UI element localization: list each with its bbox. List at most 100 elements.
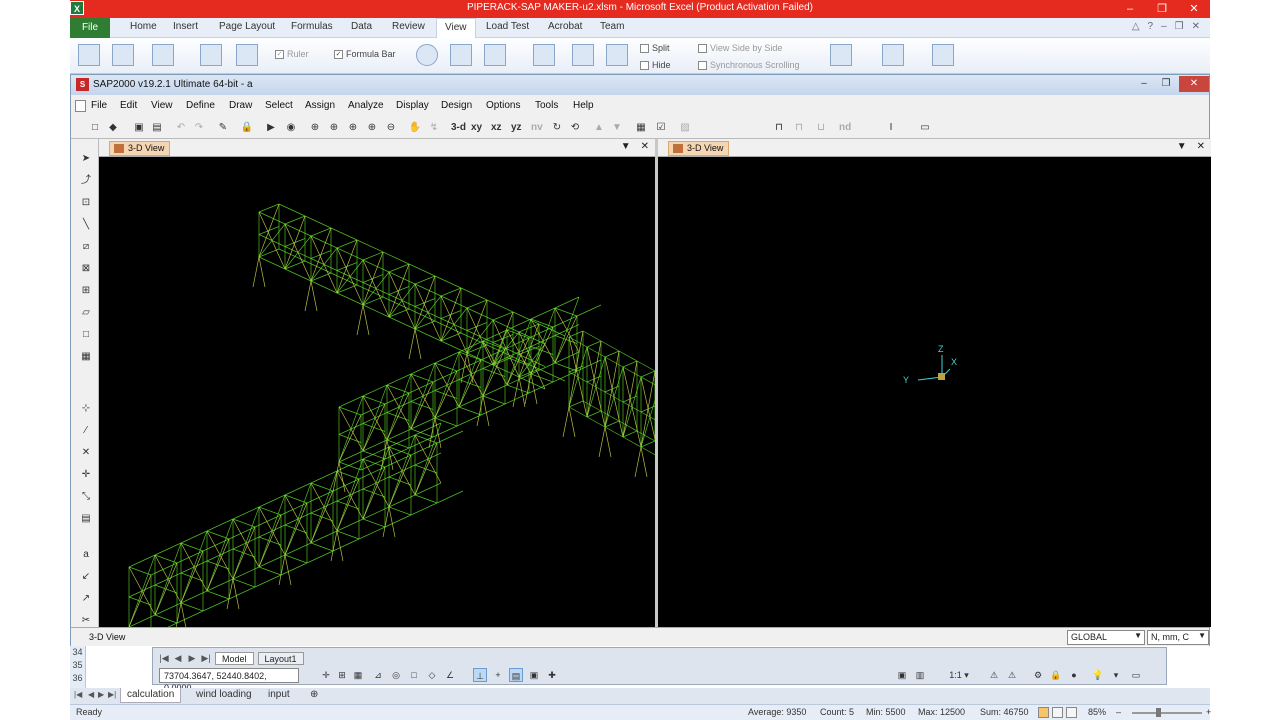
zoom-level[interactable]: 85% bbox=[1088, 707, 1106, 717]
menu-analyze[interactable]: Analyze bbox=[348, 100, 384, 111]
ortho-mode-icon[interactable]: ⊿ bbox=[371, 668, 385, 682]
redo-icon[interactable]: ↷ bbox=[191, 120, 207, 136]
object-snap-icon[interactable]: □ bbox=[407, 668, 421, 682]
next-sheet-icon[interactable]: ▶ bbox=[98, 690, 104, 699]
menu-design[interactable]: Design bbox=[441, 100, 472, 111]
draw-area-icon[interactable]: ▱ bbox=[78, 305, 94, 321]
macros-icon[interactable] bbox=[932, 44, 954, 66]
run-now-icon[interactable]: ◉ bbox=[283, 120, 299, 136]
sheet-tab-input[interactable]: input bbox=[262, 688, 296, 703]
freeze-panes-icon[interactable] bbox=[606, 44, 628, 66]
tab-view[interactable]: View bbox=[436, 18, 476, 38]
menu-help[interactable]: Help bbox=[573, 100, 594, 111]
last-layout-icon[interactable]: ▶| bbox=[201, 653, 211, 664]
pointer-icon[interactable]: ➤ bbox=[78, 151, 94, 167]
view-yz-button[interactable]: yz bbox=[511, 120, 522, 136]
object-snap-tracking-icon[interactable]: ∠ bbox=[443, 668, 457, 682]
ribbon-minimize-icon[interactable]: △ bbox=[1132, 21, 1140, 32]
check-model-icon[interactable]: ☑ bbox=[653, 120, 669, 136]
lock-ui-icon[interactable]: 🔒 bbox=[1049, 668, 1063, 682]
open-icon[interactable]: ◆ bbox=[105, 120, 121, 136]
tab-formulas[interactable]: Formulas bbox=[291, 21, 333, 32]
status-bar-menu-icon[interactable]: ▾ bbox=[1109, 668, 1123, 682]
row-header[interactable]: 36 bbox=[70, 672, 85, 685]
grid-display-icon[interactable]: ▦ bbox=[351, 668, 365, 682]
page-layout-view-icon[interactable] bbox=[112, 44, 134, 66]
text-tool-icon[interactable]: I bbox=[883, 120, 899, 136]
normal-view-button[interactable] bbox=[1038, 707, 1049, 718]
ruler-checkbox[interactable]: ✓ Ruler bbox=[275, 49, 309, 59]
zoom-in-icon[interactable]: ⊕ bbox=[364, 120, 380, 136]
tab-layout1[interactable]: Layout1 bbox=[257, 651, 304, 665]
menu-define[interactable]: Define bbox=[186, 100, 215, 111]
help-icon[interactable]: ? bbox=[1148, 21, 1154, 32]
row-header[interactable]: 34 bbox=[70, 646, 85, 659]
excel-close-button[interactable]: ✕ bbox=[1178, 0, 1210, 18]
tab-team[interactable]: Team bbox=[600, 21, 624, 32]
lineweight-icon[interactable]: ▤ bbox=[509, 668, 523, 682]
snap-ends-icon[interactable]: ⁄ bbox=[78, 423, 94, 439]
snap-lines-icon[interactable]: ⤡ bbox=[78, 489, 94, 505]
zoom-full-icon[interactable]: ⊕ bbox=[345, 120, 361, 136]
save-workspace-icon[interactable] bbox=[830, 44, 852, 66]
right-pane-close-icon[interactable]: ✕ bbox=[1197, 141, 1205, 152]
zoom-icon[interactable] bbox=[416, 44, 438, 66]
move-up-icon[interactable]: ▲ bbox=[591, 120, 607, 136]
menu-assign[interactable]: Assign bbox=[305, 100, 335, 111]
menu-options[interactable]: Options bbox=[486, 100, 520, 111]
coord-system-select[interactable]: GLOBAL ▼ bbox=[1067, 630, 1145, 645]
annotation-visibility-icon[interactable]: ⚠ bbox=[987, 668, 1001, 682]
tab-load-test[interactable]: Load Test bbox=[486, 21, 529, 32]
formula-bar-checkbox[interactable]: ✓ Formula Bar bbox=[334, 49, 396, 59]
show-shadow-icon[interactable]: ▨ bbox=[677, 120, 693, 136]
display-grid-icon[interactable]: ▭ bbox=[917, 120, 933, 136]
auto-scale-icon[interactable]: ⚠ bbox=[1005, 668, 1019, 682]
snap-mode-icon[interactable]: ⊞ bbox=[335, 668, 349, 682]
view-side-by-side-button[interactable]: View Side by Side bbox=[698, 43, 782, 53]
sheet-tab-wind-loading[interactable]: wind loading bbox=[190, 688, 258, 703]
annotation-scale-select[interactable]: 1:1 ▾ bbox=[939, 668, 979, 682]
quick-draw-frame-icon[interactable]: ⧄ bbox=[78, 239, 94, 255]
frame-forces-icon[interactable]: ⊔ bbox=[813, 120, 829, 136]
zoom-restore-icon[interactable]: ⊕ bbox=[326, 120, 342, 136]
view-nd-button[interactable]: nd bbox=[839, 120, 851, 136]
sheet-tab-calculation[interactable]: calculation bbox=[120, 688, 182, 703]
print-icon[interactable]: ▤ bbox=[149, 120, 165, 136]
quick-draw-area-icon[interactable]: ▦ bbox=[78, 349, 94, 365]
perspective-icon[interactable]: ⟲ bbox=[567, 120, 583, 136]
tab-file[interactable]: File bbox=[70, 18, 110, 38]
zoom-out-button[interactable]: – bbox=[1116, 707, 1121, 717]
transparency-icon[interactable]: ▣ bbox=[527, 668, 541, 682]
snap-perpendicular-icon[interactable]: ✛ bbox=[78, 467, 94, 483]
switch-windows-icon[interactable] bbox=[882, 44, 904, 66]
frame-section-icon[interactable]: ⊓ bbox=[771, 120, 787, 136]
workbook-restore-icon[interactable]: ❐ bbox=[1175, 21, 1184, 32]
zoom-slider-knob[interactable] bbox=[1156, 708, 1161, 717]
reshape-icon[interactable]: ⤴ bbox=[78, 173, 94, 189]
draw-joint-icon[interactable]: ⊡ bbox=[78, 195, 94, 211]
arrange-all-icon[interactable] bbox=[572, 44, 594, 66]
menu-tools[interactable]: Tools bbox=[535, 100, 558, 111]
left-3d-canvas[interactable] bbox=[99, 157, 692, 658]
right-3d-canvas[interactable]: Z X Y bbox=[658, 157, 1211, 627]
zoom-selection-icon[interactable] bbox=[484, 44, 506, 66]
custom-views-icon[interactable] bbox=[200, 44, 222, 66]
view-nv-button[interactable]: nv bbox=[531, 120, 543, 136]
save-icon[interactable]: ▣ bbox=[131, 120, 147, 136]
zoom-slider[interactable] bbox=[1132, 712, 1202, 714]
tab-review[interactable]: Review bbox=[392, 21, 425, 32]
snap-grid-icon[interactable]: ▤ bbox=[78, 511, 94, 527]
menu-view[interactable]: View bbox=[151, 100, 173, 111]
menu-display[interactable]: Display bbox=[396, 100, 429, 111]
zoom-100-icon[interactable] bbox=[450, 44, 472, 66]
first-sheet-icon[interactable]: |◀ bbox=[74, 690, 82, 699]
left-pane-dropdown-icon[interactable]: ▼ bbox=[621, 141, 631, 152]
refresh-window-icon[interactable]: ✎ bbox=[215, 120, 231, 136]
right-pane-dropdown-icon[interactable]: ▼ bbox=[1177, 141, 1187, 152]
menu-select[interactable]: Select bbox=[265, 100, 293, 111]
view-3d-button[interactable]: 3-d bbox=[451, 120, 466, 136]
excel-restore-button[interactable]: ❐ bbox=[1146, 0, 1178, 18]
get-previous-selection-icon[interactable]: ↙ bbox=[78, 569, 94, 585]
sap-close-button[interactable]: ✕ bbox=[1179, 76, 1209, 92]
tab-insert[interactable]: Insert bbox=[173, 21, 198, 32]
